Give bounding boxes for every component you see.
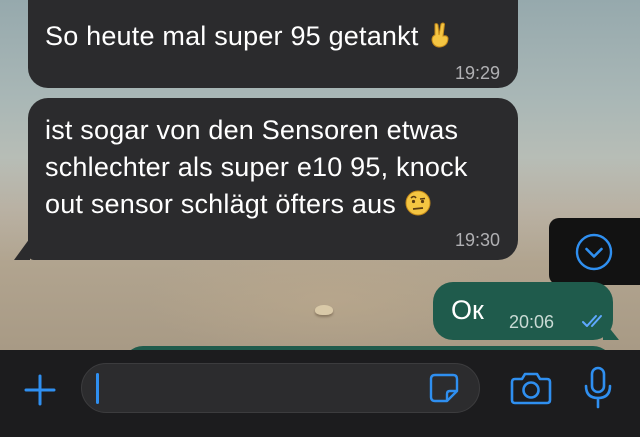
text-caret: [96, 373, 99, 404]
message-text: Ок: [451, 295, 484, 325]
message-input[interactable]: [81, 363, 480, 413]
plus-icon[interactable]: [22, 372, 58, 408]
microphone-icon[interactable]: [583, 366, 613, 410]
message-line: schlechter als super e10 95, knock: [45, 152, 468, 182]
message-time: 20:06: [509, 312, 555, 332]
message-line: ist sogar von den Sensoren etwas: [45, 115, 459, 145]
chevron-down-icon[interactable]: [574, 232, 614, 272]
raised-eyebrow-face-emoji-icon: [405, 190, 431, 216]
incoming-message-bubble[interactable]: So heute mal super 95 getankt 19:29: [28, 0, 518, 88]
message-time: 19:30: [454, 230, 500, 250]
camera-icon[interactable]: [510, 370, 552, 406]
victory-hand-emoji-icon: [431, 22, 449, 48]
message-time: 19:29: [454, 63, 500, 83]
message-text: ist sogar von den Sensoren etwas schlech…: [45, 112, 505, 223]
message-text: So heute mal super 95 getankt: [45, 18, 454, 55]
bubble-tail: [14, 238, 30, 260]
bubble-tail: [603, 320, 619, 340]
sticker-icon[interactable]: [428, 372, 460, 404]
wallpaper-shell: [315, 305, 333, 315]
incoming-message-bubble[interactable]: ist sogar von den Sensoren etwas schlech…: [28, 98, 518, 260]
outgoing-message-bubble[interactable]: Ок 20:06: [433, 282, 613, 340]
message-line: out sensor schlägt öfters aus: [45, 189, 396, 219]
